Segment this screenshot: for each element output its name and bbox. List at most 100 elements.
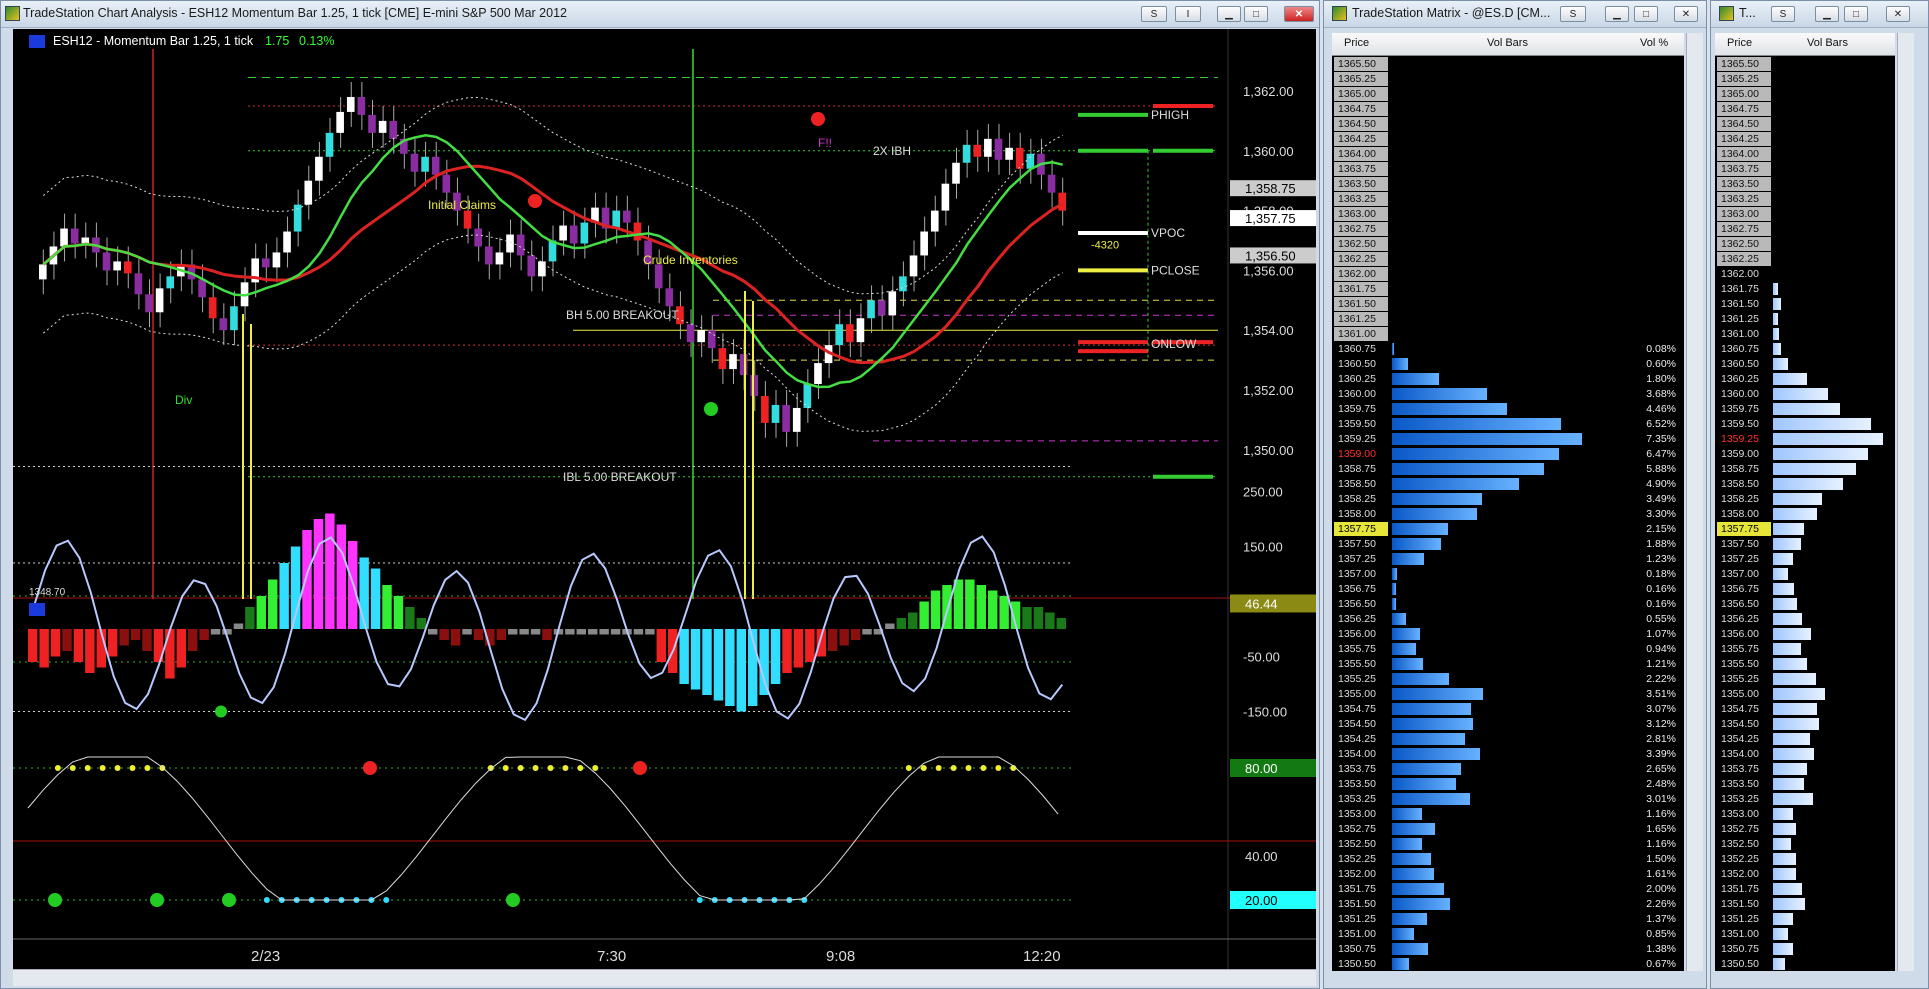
matrix-maximize-button[interactable]: □ [1634, 6, 1658, 22]
ladder-row[interactable]: 1361.75 [1715, 282, 1895, 297]
ladder-price[interactable]: 1361.50 [1334, 297, 1388, 311]
ladder-price[interactable]: 1365.50 [1717, 57, 1771, 71]
ladder-row[interactable]: 1362.25 [1332, 252, 1684, 267]
ladder-row[interactable]: 1356.75 [1715, 582, 1895, 597]
ladder-price[interactable]: 1362.25 [1717, 252, 1771, 266]
ladder-row[interactable]: 1360.75 [1715, 342, 1895, 357]
ladder-price[interactable]: 1358.25 [1334, 492, 1388, 506]
ladder-price[interactable]: 1350.50 [1334, 957, 1388, 971]
ladder-price[interactable]: 1365.00 [1717, 87, 1771, 101]
matrix-header-pct[interactable]: Vol % [1640, 37, 1668, 49]
ladder-price[interactable]: 1361.50 [1717, 297, 1771, 311]
ladder-row[interactable]: 1354.00 3.39% [1332, 747, 1684, 762]
ladder-row[interactable]: 1359.25 7.35% [1332, 432, 1684, 447]
ladder-price[interactable]: 1356.25 [1334, 612, 1388, 626]
ladder-row[interactable]: 1364.75 [1332, 102, 1684, 117]
ladder-row[interactable]: 1352.25 [1715, 852, 1895, 867]
ladder-price[interactable]: 1360.25 [1717, 372, 1771, 386]
ladder-price[interactable]: 1351.00 [1717, 927, 1771, 941]
ladder-price[interactable]: 1363.50 [1334, 177, 1388, 191]
ladder-price[interactable]: 1354.00 [1334, 747, 1388, 761]
ladder-price[interactable]: 1357.25 [1717, 552, 1771, 566]
ladder-row[interactable]: 1355.50 1.21% [1332, 657, 1684, 672]
ladder-price[interactable]: 1358.50 [1717, 477, 1771, 491]
ladder-row[interactable]: 1356.75 0.16% [1332, 582, 1684, 597]
ladder-row[interactable]: 1361.75 [1332, 282, 1684, 297]
ladder-row[interactable]: 1351.75 [1715, 882, 1895, 897]
ladder-price[interactable]: 1350.75 [1717, 942, 1771, 956]
ladder-row[interactable]: 1365.50 [1715, 57, 1895, 72]
ladder-price[interactable]: 1355.00 [1334, 687, 1388, 701]
small-minimize-button[interactable]: ▁ [1815, 6, 1839, 22]
ladder-price[interactable]: 1364.00 [1717, 147, 1771, 161]
ladder-row[interactable]: 1364.00 [1332, 147, 1684, 162]
ladder-price[interactable]: 1350.50 [1717, 957, 1771, 971]
ladder-price[interactable]: 1355.25 [1717, 672, 1771, 686]
ladder-price[interactable]: 1353.25 [1717, 792, 1771, 806]
small-style-button[interactable]: S [1771, 6, 1795, 22]
ladder-row[interactable]: 1354.25 [1715, 732, 1895, 747]
ladder-row[interactable]: 1362.75 [1715, 222, 1895, 237]
ladder-price[interactable]: 1357.50 [1717, 537, 1771, 551]
ladder-row[interactable]: 1363.00 [1715, 207, 1895, 222]
ladder-price[interactable]: 1351.25 [1334, 912, 1388, 926]
ladder-row[interactable]: 1357.50 [1715, 537, 1895, 552]
ladder-price[interactable]: 1356.75 [1717, 582, 1771, 596]
ladder-row[interactable]: 1361.25 [1332, 312, 1684, 327]
ladder-price[interactable]: 1361.25 [1717, 312, 1771, 326]
ladder-price[interactable]: 1357.75 [1334, 522, 1388, 536]
ladder-price[interactable]: 1362.75 [1334, 222, 1388, 236]
ladder-row[interactable]: 1365.25 [1332, 72, 1684, 87]
ladder-price[interactable]: 1359.00 [1717, 447, 1771, 461]
ladder-price[interactable]: 1352.75 [1717, 822, 1771, 836]
ladder-row[interactable]: 1362.25 [1715, 252, 1895, 267]
ladder-price[interactable]: 1350.75 [1334, 942, 1388, 956]
ladder-price[interactable]: 1359.25 [1334, 432, 1388, 446]
ladder-row[interactable]: 1359.00 [1715, 447, 1895, 462]
ladder-row[interactable]: 1352.00 [1715, 867, 1895, 882]
ladder-price[interactable]: 1353.00 [1334, 807, 1388, 821]
ladder-row[interactable]: 1353.25 3.01% [1332, 792, 1684, 807]
ladder-price[interactable]: 1364.75 [1334, 102, 1388, 116]
ladder-price[interactable]: 1358.00 [1334, 507, 1388, 521]
ladder-price[interactable]: 1358.00 [1717, 507, 1771, 521]
ladder-row[interactable]: 1352.75 1.65% [1332, 822, 1684, 837]
ladder-row[interactable]: 1360.00 3.68% [1332, 387, 1684, 402]
ladder-row[interactable]: 1363.25 [1715, 192, 1895, 207]
ladder-price[interactable]: 1360.75 [1334, 342, 1388, 356]
ladder-row[interactable]: 1359.75 4.46% [1332, 402, 1684, 417]
chart-titlebar[interactable]: TradeStation Chart Analysis - ESH12 Mome… [1, 1, 1319, 28]
ladder-price[interactable]: 1362.50 [1717, 237, 1771, 251]
ladder-price[interactable]: 1354.75 [1717, 702, 1771, 716]
ladder-row[interactable]: 1352.00 1.61% [1332, 867, 1684, 882]
ladder-price[interactable]: 1362.50 [1334, 237, 1388, 251]
ladder-price[interactable]: 1352.50 [1717, 837, 1771, 851]
matrix-header-vol[interactable]: Vol Bars [1487, 37, 1528, 49]
ladder-price[interactable]: 1355.25 [1334, 672, 1388, 686]
ladder-price[interactable]: 1356.75 [1334, 582, 1388, 596]
ladder-price[interactable]: 1363.50 [1717, 177, 1771, 191]
ladder-price[interactable]: 1351.25 [1717, 912, 1771, 926]
ladder-price[interactable]: 1351.00 [1334, 927, 1388, 941]
ladder-price[interactable]: 1364.50 [1334, 117, 1388, 131]
ladder-price[interactable]: 1365.25 [1334, 72, 1388, 86]
ladder-row[interactable]: 1353.00 [1715, 807, 1895, 822]
ladder-price[interactable]: 1361.25 [1334, 312, 1388, 326]
ladder-price[interactable]: 1357.25 [1334, 552, 1388, 566]
ladder-row[interactable]: 1356.00 1.07% [1332, 627, 1684, 642]
matrix-titlebar[interactable]: TradeStation Matrix - @ES.D [CM... S ▁ □… [1324, 1, 1706, 28]
ladder-row[interactable]: 1354.00 [1715, 747, 1895, 762]
indicator-menu-button[interactable]: I [1175, 6, 1201, 22]
ladder-row[interactable]: 1363.25 [1332, 192, 1684, 207]
ladder-price[interactable]: 1353.50 [1717, 777, 1771, 791]
ladder-price[interactable]: 1356.00 [1334, 627, 1388, 641]
ladder-row[interactable]: 1350.75 1.38% [1332, 942, 1684, 957]
ladder-price[interactable]: 1352.00 [1717, 867, 1771, 881]
ladder-row[interactable]: 1358.25 3.49% [1332, 492, 1684, 507]
ladder-row[interactable]: 1351.50 2.26% [1332, 897, 1684, 912]
ladder-row[interactable]: 1357.25 [1715, 552, 1895, 567]
ladder-row[interactable]: 1355.75 0.94% [1332, 642, 1684, 657]
ladder-row[interactable]: 1354.75 3.07% [1332, 702, 1684, 717]
ladder-row[interactable]: 1360.50 [1715, 357, 1895, 372]
ladder-row[interactable]: 1351.25 [1715, 912, 1895, 927]
